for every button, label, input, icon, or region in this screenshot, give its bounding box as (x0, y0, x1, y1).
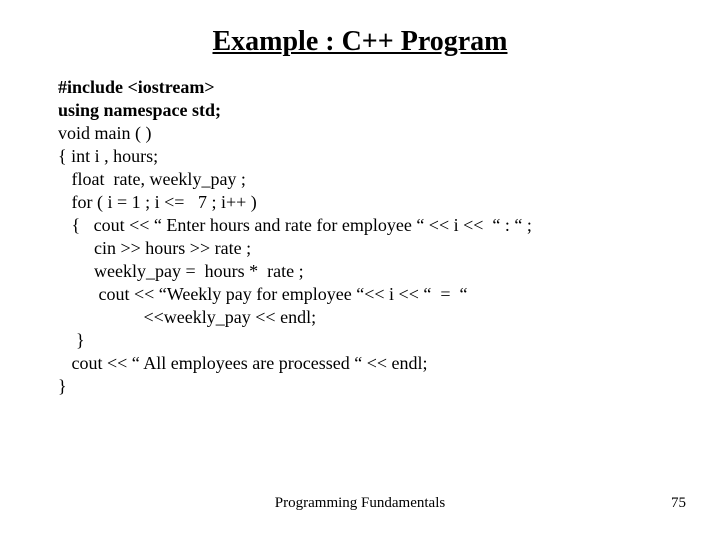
code-block: #include <iostream> using namespace std;… (0, 76, 720, 398)
code-line: for ( i = 1 ; i <= 7 ; i++ ) (58, 191, 680, 214)
code-line: weekly_pay = hours * rate ; (58, 260, 680, 283)
slide: Example : C++ Program #include <iostream… (0, 0, 720, 540)
code-line: { cout << “ Enter hours and rate for emp… (58, 214, 680, 237)
page-number: 75 (671, 495, 686, 512)
code-line: #include <iostream> (58, 76, 680, 99)
code-line: cout << “Weekly pay for employee “<< i <… (58, 283, 680, 306)
code-line: float rate, weekly_pay ; (58, 168, 680, 191)
code-line: using namespace std; (58, 99, 680, 122)
code-line: cout << “ All employees are processed “ … (58, 352, 680, 375)
code-line: <<weekly_pay << endl; (58, 306, 680, 329)
code-line: cin >> hours >> rate ; (58, 237, 680, 260)
code-line: } (58, 375, 680, 398)
code-line: { int i , hours; (58, 145, 680, 168)
code-line: void main ( ) (58, 122, 680, 145)
code-line: } (58, 329, 680, 352)
footer-text: Programming Fundamentals (0, 495, 720, 512)
slide-title: Example : C++ Program (0, 0, 720, 76)
